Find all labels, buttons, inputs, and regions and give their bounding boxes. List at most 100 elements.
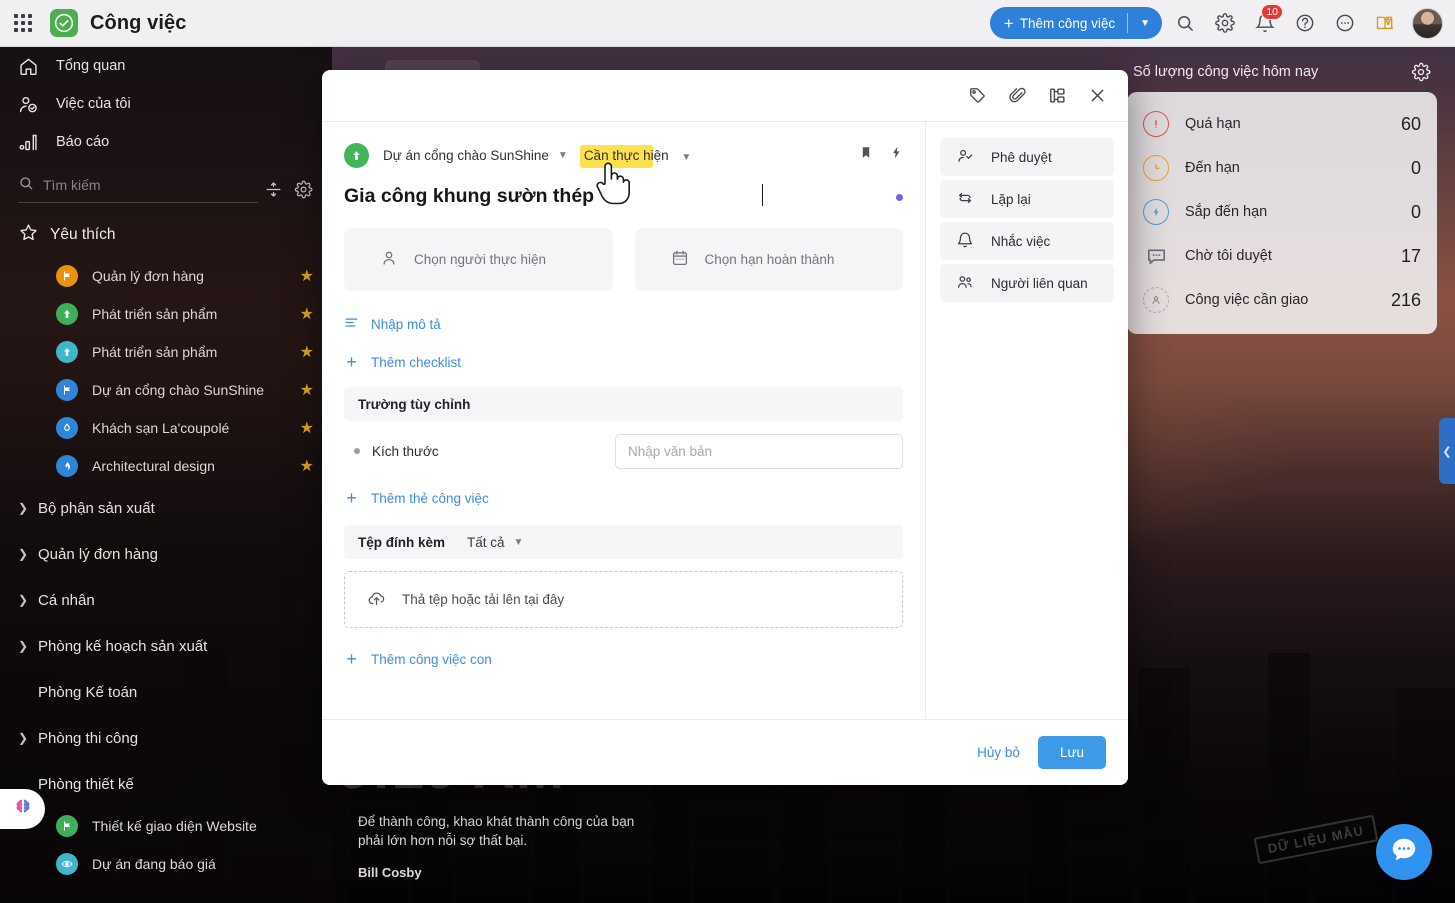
- sidebar-group-personal[interactable]: ❯ Cá nhân: [0, 577, 332, 623]
- search-input[interactable]: [43, 177, 258, 193]
- chevron-down-icon[interactable]: ▼: [1128, 18, 1162, 29]
- more-icon[interactable]: [1328, 6, 1362, 40]
- favorite-label: Khách sạn La'coupolé: [92, 420, 230, 436]
- add-checklist-link[interactable]: + Thêm checklist: [344, 351, 903, 373]
- apps-grid-icon[interactable]: [14, 14, 32, 32]
- paperclip-icon[interactable]: [1000, 79, 1034, 113]
- stat-label: Chờ tôi duyệt: [1185, 248, 1272, 264]
- sidebar-favorite-item[interactable]: Khách sạn La'coupolé ★: [0, 409, 332, 447]
- sidebar-group-design[interactable]: Phòng thiết kế: [0, 761, 332, 807]
- stat-row-to-assign[interactable]: Công việc cần giao 216: [1143, 278, 1421, 322]
- file-dropzone[interactable]: Thả tệp hoặc tải lên tại đây: [344, 571, 903, 628]
- stat-row-overdue[interactable]: Quá hạn 60: [1143, 102, 1421, 146]
- attachments-filter-dropdown[interactable]: Tất cả ▼: [467, 535, 523, 550]
- droplet-icon: [56, 417, 78, 439]
- sidebar-subitem-quoting-projects[interactable]: Dự án đang báo giá: [0, 845, 332, 883]
- bell-icon: [956, 231, 974, 252]
- cancel-button[interactable]: Hủy bỏ: [977, 745, 1020, 760]
- subitem-label: Dự án đang báo giá: [92, 856, 216, 872]
- project-arrow-up-icon: [344, 142, 369, 168]
- sort-filter-icon[interactable]: [258, 176, 288, 202]
- assignee-picker[interactable]: Chọn người thực hiện: [344, 228, 613, 291]
- search-icon[interactable]: [1168, 6, 1202, 40]
- task-title-input[interactable]: [344, 185, 764, 208]
- lightbulb-book-icon[interactable]: [1368, 6, 1402, 40]
- status-chevron-down-icon[interactable]: ▼: [681, 152, 691, 163]
- add-task-button[interactable]: + Thêm công việc ▼: [989, 7, 1162, 39]
- task-status-dropdown[interactable]: Cần thực hiện ▼: [579, 144, 691, 168]
- stat-row-due[interactable]: Đến hạn 0: [1143, 146, 1421, 190]
- user-dashed-icon: [1143, 287, 1169, 313]
- sidebar-item-my-work[interactable]: Việc của tôi: [0, 85, 332, 123]
- sidebar-group-orders[interactable]: ❯ Quản lý đơn hàng: [0, 531, 332, 577]
- sidebar-item-overview[interactable]: Tổng quan: [0, 47, 332, 85]
- brain-extension-widget[interactable]: [0, 789, 45, 829]
- stats-card: Quá hạn 60 Đến hạn 0 Sắp đến hạn 0 Chờ t…: [1127, 92, 1437, 334]
- stats-title: Số lượng công việc hôm nay: [1133, 64, 1319, 80]
- flame-icon: [56, 455, 78, 477]
- avatar[interactable]: [1412, 7, 1443, 39]
- modal-toolbar: [322, 70, 1128, 122]
- gear-icon[interactable]: [288, 176, 318, 202]
- stakeholders-action-button[interactable]: Người liên quan: [940, 264, 1114, 302]
- stat-row-awaiting-approval[interactable]: Chờ tôi duyệt 17: [1143, 234, 1421, 278]
- add-description-link[interactable]: Nhập mô tả: [344, 313, 903, 335]
- priority-dot[interactable]: [896, 194, 903, 201]
- user-check-icon: [18, 94, 48, 115]
- sidebar-group-production[interactable]: ❯ Bộ phận sản xuất: [0, 485, 332, 531]
- group-label: Quản lý đơn hàng: [38, 545, 158, 563]
- project-name[interactable]: Dự án cổng chào SunShine: [383, 148, 549, 163]
- stat-value: 17: [1400, 245, 1421, 266]
- action-label: Nhắc việc: [991, 233, 1051, 249]
- favorites-header[interactable]: Yêu thích: [0, 213, 332, 257]
- bolt-icon[interactable]: [889, 145, 903, 165]
- gear-icon[interactable]: [1208, 6, 1242, 40]
- bookmark-icon[interactable]: [859, 145, 873, 165]
- add-subtask-link[interactable]: + Thêm công việc con: [344, 648, 903, 670]
- flag-icon: [56, 265, 78, 287]
- star-filled-icon[interactable]: ★: [300, 456, 314, 476]
- star-filled-icon[interactable]: ★: [300, 418, 314, 438]
- sidebar-group-accounting[interactable]: Phòng Kế toán: [0, 669, 332, 715]
- bell-icon[interactable]: 10: [1248, 4, 1283, 40]
- top-app-bar: Công việc + Thêm công việc ▼ 10: [0, 0, 1455, 47]
- chat-fab-button[interactable]: [1376, 824, 1432, 880]
- custom-field-input[interactable]: [615, 433, 903, 469]
- sidebar-search[interactable]: [18, 175, 258, 203]
- duedate-picker[interactable]: Chọn hạn hoàn thành: [634, 228, 903, 291]
- stat-value: 0: [1410, 201, 1421, 222]
- reminder-action-button[interactable]: Nhắc việc: [940, 222, 1114, 260]
- custom-fields-header: Trường tùy chỉnh: [344, 387, 903, 421]
- star-filled-icon[interactable]: ★: [300, 342, 314, 362]
- task-quick-actions: [859, 145, 903, 165]
- approval-action-button[interactable]: Phê duyệt: [940, 138, 1114, 176]
- gear-icon[interactable]: [1411, 62, 1431, 82]
- close-icon[interactable]: [1080, 79, 1114, 113]
- star-filled-icon[interactable]: ★: [300, 304, 314, 324]
- star-filled-icon[interactable]: ★: [300, 266, 314, 286]
- tag-icon[interactable]: [960, 79, 994, 113]
- save-button[interactable]: Lưu: [1037, 736, 1106, 769]
- custom-field-label: Kích thước: [372, 443, 439, 459]
- sidebar-favorite-item[interactable]: Phát triển sản phẩm ★: [0, 295, 332, 333]
- sidebar-subitem-website-design[interactable]: Thiết kế giao diện Website: [0, 807, 332, 845]
- stat-label: Quá hạn: [1185, 116, 1241, 132]
- stat-row-upcoming[interactable]: Sắp đến hạn 0: [1143, 190, 1421, 234]
- star-filled-icon[interactable]: ★: [300, 380, 314, 400]
- panel-collapse-handle[interactable]: ❮: [1439, 418, 1455, 484]
- add-task-tag-link[interactable]: + Thêm thẻ công việc: [344, 487, 903, 509]
- project-chevron-down-icon[interactable]: ▼: [558, 150, 568, 161]
- sidebar-group-construction[interactable]: ❯ Phòng thi công: [0, 715, 332, 761]
- modal-footer: Hủy bỏ Lưu: [322, 719, 1128, 785]
- sidebar-favorite-item[interactable]: Phát triển sản phẩm ★: [0, 333, 332, 371]
- favorites-label: Yêu thích: [50, 226, 116, 243]
- sitemap-icon[interactable]: [1040, 79, 1074, 113]
- help-icon[interactable]: [1288, 6, 1322, 40]
- repeat-action-button[interactable]: Lặp lại: [940, 180, 1114, 218]
- sidebar-group-production-planning[interactable]: ❯ Phòng kế hoạch sản xuất: [0, 623, 332, 669]
- sidebar-favorite-item[interactable]: Dự án cổng chào SunShine ★: [0, 371, 332, 409]
- stat-value: 60: [1400, 113, 1421, 134]
- sidebar-favorite-item[interactable]: Quản lý đơn hàng ★: [0, 257, 332, 295]
- sidebar-item-reports[interactable]: Báo cáo: [0, 123, 332, 161]
- sidebar-favorite-item[interactable]: Architectural design ★: [0, 447, 332, 485]
